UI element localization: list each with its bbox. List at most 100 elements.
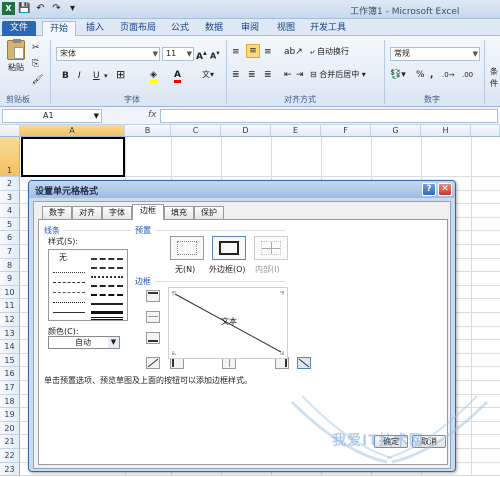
tab-insert[interactable]: 插入 [80,21,110,36]
wrap-text-button[interactable]: ⤶ 自动换行 [310,46,349,58]
column-header[interactable] [471,125,500,137]
format-painter-icon[interactable]: 🖌 [32,74,43,86]
line-style-option[interactable] [91,317,123,320]
copy-icon[interactable]: ⎘ [32,58,39,70]
line-style-option[interactable] [91,285,123,287]
borders-icon[interactable]: ⊞ [116,69,125,81]
row-header[interactable]: 22 [0,449,20,463]
close-button[interactable]: ✕ [438,183,452,196]
line-style-option[interactable] [91,267,123,269]
row-header[interactable]: 13 [0,326,20,341]
tab-data[interactable]: 数据 [200,21,228,36]
tab-alignment[interactable]: 对齐 [72,206,102,219]
active-cell-a1[interactable] [21,137,125,177]
conditional-format-button[interactable]: 条件 [488,66,500,90]
tab-view[interactable]: 视图 [272,21,300,36]
tab-font[interactable]: 字体 [102,206,132,219]
number-format-select[interactable]: 常规 ▼ [390,47,480,61]
chevron-down-icon[interactable]: ▾ [104,70,108,82]
percent-icon[interactable]: % [416,69,425,81]
border-middle-button[interactable] [146,311,160,323]
help-button[interactable]: ? [422,183,436,196]
column-header[interactable]: B [125,125,171,137]
column-header[interactable]: G [371,125,421,137]
align-middle-icon[interactable]: ≡ [246,44,260,58]
tab-developer[interactable]: 开发工具 [306,21,350,36]
orientation-icon[interactable]: ab↗ [284,46,303,58]
align-right-icon[interactable]: ≣ [264,69,272,81]
paste-button[interactable]: 粘贴 [4,39,28,73]
border-diag-up-button[interactable] [146,357,160,369]
tab-file[interactable]: 文件 [2,21,36,36]
select-all-corner[interactable] [0,125,20,137]
tab-fill[interactable]: 填充 [164,206,194,219]
line-style-option[interactable] [53,272,85,273]
row-header[interactable]: 7 [0,245,20,259]
row-header[interactable]: 15 [0,353,20,368]
column-header[interactable]: C [171,125,221,137]
row-header[interactable]: 17 [0,381,20,395]
insert-function-icon[interactable]: fx [148,110,157,120]
column-header[interactable]: F [321,125,371,137]
tab-protection[interactable]: 保护 [194,206,224,219]
line-style-option[interactable] [91,294,123,296]
row-header[interactable]: 1 [0,137,20,177]
line-style-option[interactable] [53,282,85,283]
align-top-icon[interactable]: ≡ [232,46,240,58]
row-header[interactable]: 20 [0,421,20,436]
cancel-button[interactable]: 取消 [412,435,446,448]
tab-home[interactable]: 开始 [42,21,76,36]
name-box[interactable]: A1 ▼ [2,109,102,123]
row-header[interactable]: 2 [0,177,20,191]
italic-button[interactable]: I [78,70,81,82]
row-header[interactable]: 8 [0,258,20,273]
preset-outline-button[interactable] [212,236,246,260]
comma-style-icon[interactable]: , [430,69,433,81]
border-bottom-button[interactable] [146,332,160,344]
customize-qat-icon[interactable]: ▾ [66,2,79,15]
tab-page-layout[interactable]: 页面布局 [116,21,160,36]
row-header[interactable]: 14 [0,340,20,354]
line-style-option[interactable] [91,303,123,305]
row-header[interactable]: 10 [0,285,20,300]
save-icon[interactable]: 💾 [18,2,31,15]
row-header[interactable]: 3 [0,190,20,205]
line-style-option[interactable] [91,276,123,278]
row-header[interactable]: 9 [0,272,20,286]
bold-button[interactable]: B [62,70,69,82]
column-header[interactable]: D [221,125,271,137]
row-header[interactable]: 18 [0,394,20,409]
line-style-none[interactable]: 无 [59,252,67,263]
tab-number[interactable]: 数字 [42,206,72,219]
underline-button[interactable]: U [93,70,100,82]
font-name-select[interactable]: 宋体 ▼ [56,47,160,61]
grow-font-icon[interactable]: A▴ [196,47,207,63]
ok-button[interactable]: 确定 [374,435,408,448]
border-diag-down-button[interactable] [297,357,311,369]
align-left-icon[interactable]: ≣ [232,69,240,81]
line-style-option[interactable] [53,302,85,303]
line-style-option[interactable] [91,311,123,314]
increase-indent-icon[interactable]: ⇥ [296,69,304,81]
line-color-select[interactable]: 自动 ▼ [48,336,120,349]
tab-review[interactable]: 审阅 [236,21,264,36]
align-bottom-icon[interactable]: ≡ [264,46,272,58]
row-header[interactable]: 16 [0,367,20,381]
row-header[interactable]: 12 [0,313,20,327]
font-color-icon[interactable]: A [174,69,181,83]
decrease-indent-icon[interactable]: ⇤ [284,69,292,81]
line-style-list[interactable]: 无 [48,249,128,321]
phonetic-icon[interactable]: 文▾ [202,69,214,81]
row-header[interactable]: 6 [0,231,20,245]
preset-none-button[interactable] [170,236,204,260]
column-header[interactable]: A [20,125,125,137]
undo-icon[interactable]: ↶ [34,2,47,15]
decrease-decimal-icon[interactable]: .00 [462,69,473,81]
row-header[interactable]: 19 [0,408,20,422]
column-header[interactable]: H [421,125,471,137]
border-top-button[interactable] [146,290,160,302]
line-style-option[interactable] [91,258,123,260]
preset-inside-button[interactable] [254,236,288,260]
merge-center-button[interactable]: ⊟ 合并后居中 ▾ [310,69,366,81]
row-header[interactable]: 4 [0,204,20,218]
